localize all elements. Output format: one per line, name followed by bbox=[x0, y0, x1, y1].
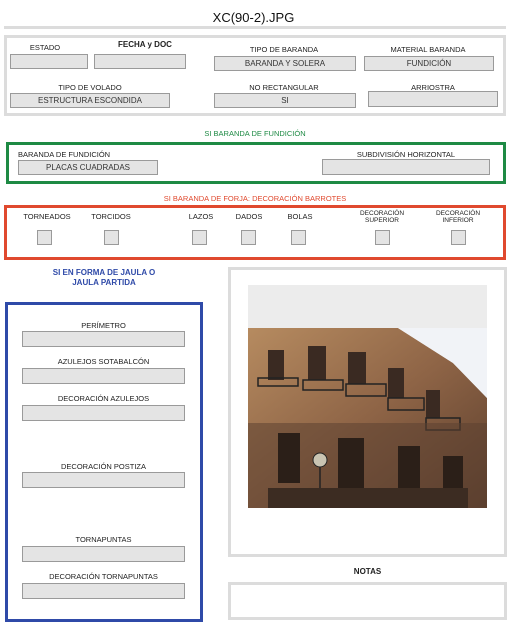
fecha-doc-field[interactable] bbox=[94, 54, 186, 69]
title-divider bbox=[4, 26, 506, 29]
decoracion-inferior-checkbox[interactable] bbox=[451, 230, 466, 245]
tipo-baranda-label: TIPO DE BARANDA bbox=[249, 45, 319, 54]
torcidos-checkbox[interactable] bbox=[104, 230, 119, 245]
notas-label: NOTAS bbox=[353, 567, 382, 576]
forja-option-label: TORCIDOS bbox=[91, 212, 131, 221]
forja-option-label: INFERIOR bbox=[442, 217, 474, 224]
jaula-field-label: DECORACIÓN POSTIZA bbox=[60, 462, 146, 471]
perimetro-field[interactable] bbox=[22, 331, 185, 347]
forja-option-label: LAZOS bbox=[188, 212, 214, 221]
building-photo bbox=[248, 328, 487, 508]
tipo-volado-label: TIPO DE VOLADO bbox=[58, 83, 122, 92]
jaula-header-line2: JAULA PARTIDA bbox=[72, 278, 136, 287]
tornapuntas-field[interactable] bbox=[22, 546, 185, 562]
decoracion-postiza-field[interactable] bbox=[22, 472, 185, 488]
material-baranda-label: MATERIAL BARANDA bbox=[390, 45, 466, 54]
document-title: XC(90-2).JPG bbox=[212, 10, 295, 25]
forja-header: SI BARANDA DE FORJA: DECORACIÓN BARROTES bbox=[163, 194, 347, 203]
baranda-fundicion-label: BARANDA DE FUNDICIÓN bbox=[18, 150, 111, 159]
arriostra-field[interactable] bbox=[368, 91, 498, 107]
jaula-field-label: DECORACIÓN TORNAPUNTAS bbox=[49, 572, 158, 581]
azulejos-sotabalcon-field[interactable] bbox=[22, 368, 185, 384]
jaula-field-label: AZULEJOS SOTABALCÓN bbox=[57, 357, 150, 366]
jaula-field-label: DECORACIÓN AZULEJOS bbox=[57, 394, 150, 403]
decoracion-superior-checkbox[interactable] bbox=[375, 230, 390, 245]
material-baranda-field[interactable]: FUNDICIÓN bbox=[364, 56, 494, 71]
tipo-baranda-field[interactable]: BARANDA Y SOLERA bbox=[214, 56, 356, 71]
estado-label: ESTADO bbox=[29, 43, 61, 52]
tipo-volado-field[interactable]: ESTRUCTURA ESCONDIDA bbox=[10, 93, 170, 108]
forja-option-label: BOLAS bbox=[287, 212, 313, 221]
baranda-fundicion-field[interactable]: PLACAS CUADRADAS bbox=[18, 160, 158, 175]
no-rectangular-label: NO RECTANGULAR bbox=[249, 83, 319, 92]
dados-checkbox[interactable] bbox=[241, 230, 256, 245]
forja-option-label: DECORACIÓN bbox=[359, 210, 405, 217]
forja-option-label: DADOS bbox=[235, 212, 263, 221]
decoracion-tornapuntas-field[interactable] bbox=[22, 583, 185, 599]
jaula-field-label: PERÍMETRO bbox=[81, 321, 126, 330]
decoracion-azulejos-field[interactable] bbox=[22, 405, 185, 421]
torneados-checkbox[interactable] bbox=[37, 230, 52, 245]
no-rectangular-field[interactable]: SI bbox=[214, 93, 356, 108]
notas-field[interactable] bbox=[228, 582, 507, 620]
forja-option-label: TORNEADOS bbox=[23, 212, 71, 221]
jaula-header-line1: SI EN FORMA DE JAULA O bbox=[52, 268, 156, 277]
subdivision-horizontal-field[interactable] bbox=[322, 159, 490, 175]
forja-option-label: SUPERIOR bbox=[365, 217, 399, 224]
bolas-checkbox[interactable] bbox=[291, 230, 306, 245]
lazos-checkbox[interactable] bbox=[192, 230, 207, 245]
fundicion-header: SI BARANDA DE FUNDICIÓN bbox=[204, 129, 306, 138]
subdivision-horizontal-label: SUBDIVISIÓN HORIZONTAL bbox=[356, 150, 456, 159]
jaula-field-label: TORNAPUNTAS bbox=[75, 535, 132, 544]
forja-option-label: DECORACIÓN bbox=[435, 210, 481, 217]
estado-field[interactable] bbox=[10, 54, 88, 69]
fecha-doc-label: FECHA y DOC bbox=[118, 40, 172, 49]
